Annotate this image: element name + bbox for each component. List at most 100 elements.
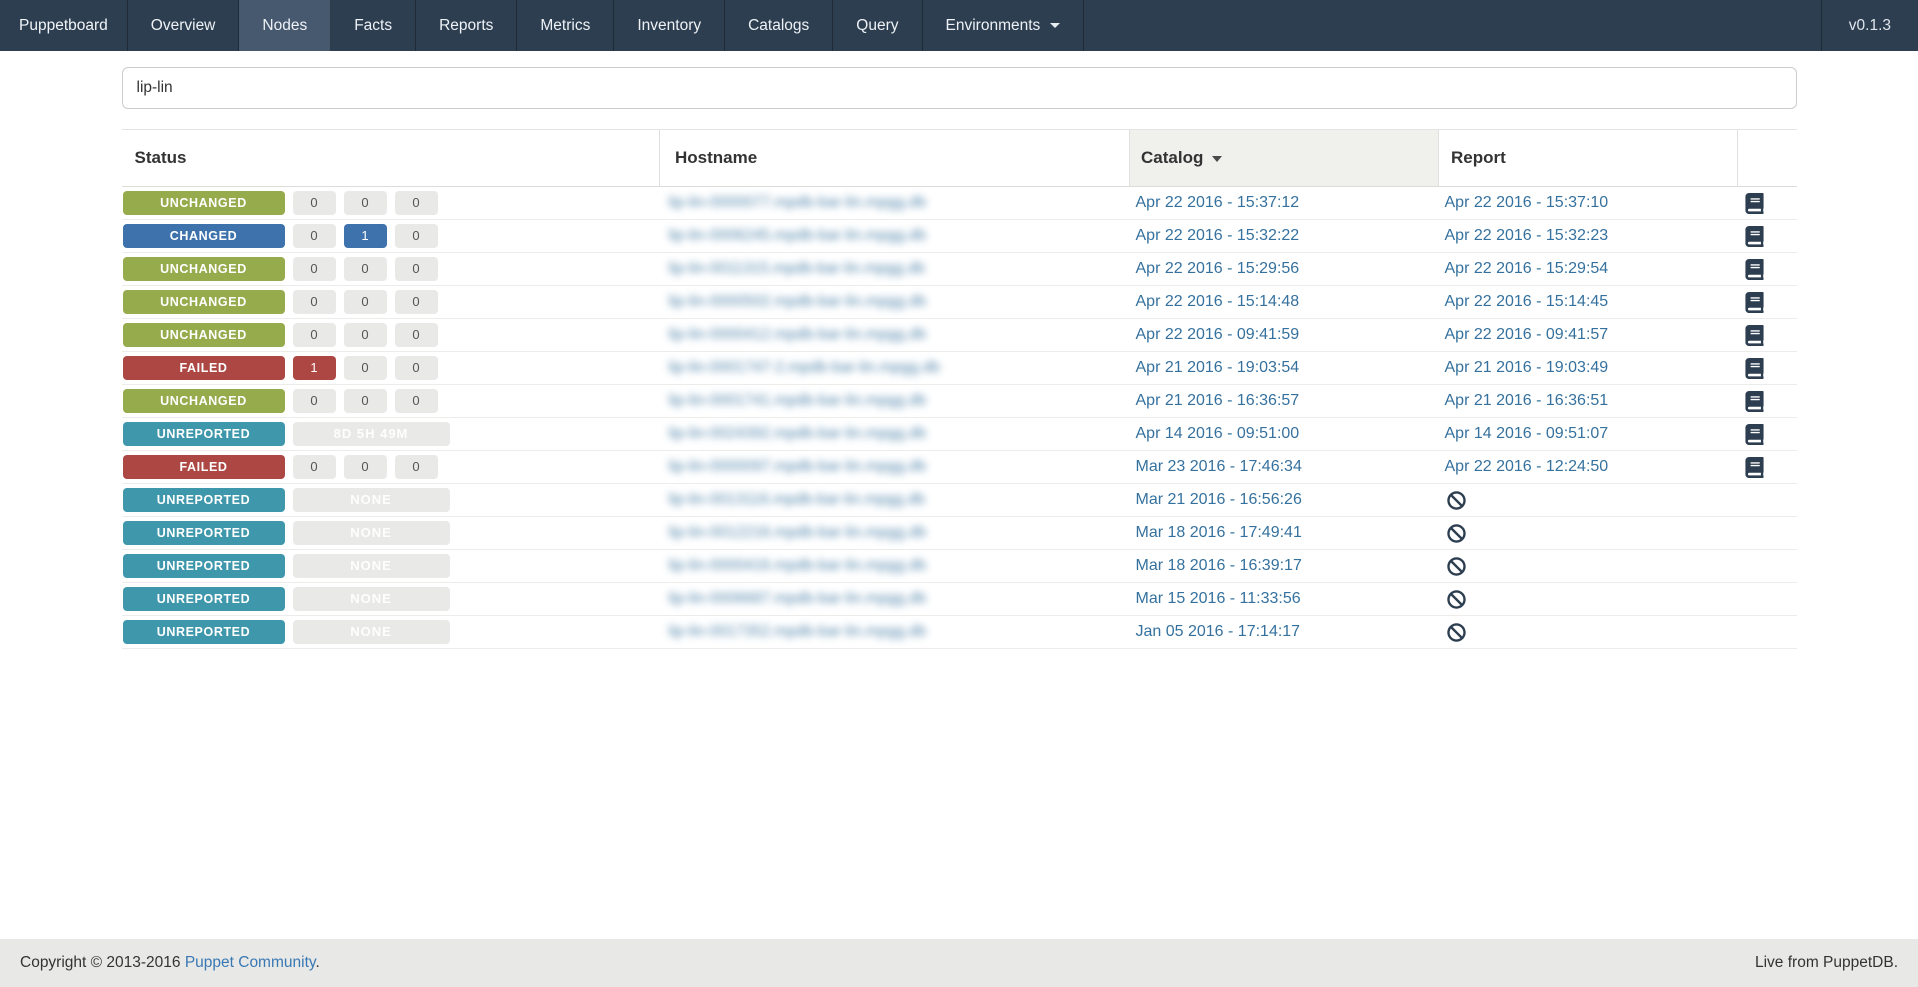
catalog-timestamp-link[interactable]: Apr 22 2016 - 15:37:12 (1136, 194, 1300, 211)
hostname-cell: lip-lin-0000077.mpdb-bar-lin.mpgg.db (659, 186, 1130, 220)
nav-item-query[interactable]: Query (833, 0, 923, 51)
column-header-hostname[interactable]: Hostname (659, 129, 1130, 187)
book-icon[interactable] (1745, 259, 1797, 280)
book-icon[interactable] (1745, 292, 1797, 313)
table-row: UNCHANGED 0 0 0 lip-lin-0000077.mpdb-bar-lin… (121, 186, 1797, 220)
nav-item-reports[interactable]: Reports (416, 0, 518, 51)
status-badge: UNCHANGED (122, 191, 285, 215)
nav-item-overview[interactable]: Overview (128, 0, 240, 51)
report-action-cell (1737, 450, 1797, 484)
hostname-link[interactable]: lip-lin-0001747-2.mpdb-bar-lin.mpgg.db (669, 359, 940, 376)
book-icon[interactable] (1745, 391, 1797, 412)
puppet-community-link[interactable]: Puppet Community (185, 954, 316, 971)
catalog-timestamp-link[interactable]: Apr 22 2016 - 15:14:48 (1136, 293, 1300, 310)
hostname-cell: lip-lin-0006687.mpdb-bar-lin.mpgg.db (659, 582, 1130, 616)
ban-icon (1445, 590, 1738, 609)
hostname-link[interactable]: lip-lin-0001741.mpdb-bar-lin.mpgg.db (669, 392, 927, 409)
hostname-link[interactable]: lip-lin-0013116.mpdb-bar-lin.mpgg.db (669, 491, 925, 508)
book-icon[interactable] (1745, 358, 1797, 379)
nav-item-label: Inventory (637, 17, 702, 34)
status-badge: UNREPORTED (122, 422, 285, 446)
catalog-timestamp-link[interactable]: Jan 05 2016 - 17:14:17 (1136, 623, 1301, 640)
status-badge: UNCHANGED (122, 290, 285, 314)
catalog-timestamp-link[interactable]: Apr 22 2016 - 15:32:22 (1136, 227, 1300, 244)
report-timestamp-link[interactable]: Apr 21 2016 - 19:03:49 (1445, 359, 1609, 376)
hostname-link[interactable]: lip-lin-0000502.mpdb-bar-lin.mpgg.db (669, 293, 927, 310)
count-box: 0 (394, 323, 438, 347)
catalog-cell: Mar 18 2016 - 17:49:41 (1129, 516, 1439, 550)
catalog-cell: Apr 14 2016 - 09:51:00 (1129, 417, 1439, 451)
hostname-link[interactable]: lip-lin-0000077.mpdb-bar-lin.mpgg.db (669, 194, 927, 211)
hostname-link[interactable]: lip-lin-0024392.mpdb-bar-lin.mpgg.db (669, 425, 927, 442)
hostname-cell: lip-lin-0001741.mpdb-bar-lin.mpgg.db (659, 384, 1130, 418)
hostname-link[interactable]: lip-lin-0011315.mpdb-bar-lin.mpgg.db (669, 260, 925, 277)
puppetboard-app: Puppetboard Overview Nodes Facts Reports Met… (0, 0, 1918, 987)
nav-item-inventory[interactable]: Inventory (614, 0, 726, 51)
column-header-report[interactable]: Report (1438, 129, 1738, 187)
report-timestamp-link[interactable]: Apr 22 2016 - 15:14:45 (1445, 293, 1609, 310)
report-cell (1438, 615, 1738, 649)
catalog-cell: Mar 15 2016 - 11:33:56 (1129, 582, 1439, 616)
hostname-link[interactable]: lip-lin-0000416.mpdb-bar-lin.mpgg.db (669, 557, 927, 574)
report-timestamp-link[interactable]: Apr 22 2016 - 15:32:23 (1445, 227, 1609, 244)
report-timestamp-link[interactable]: Apr 22 2016 - 15:29:54 (1445, 260, 1609, 277)
book-icon[interactable] (1745, 193, 1797, 214)
book-icon[interactable] (1745, 424, 1797, 445)
table-row: UNREPORTED NONE lip-lin-0013116.mpdb-bar-l… (121, 483, 1797, 517)
count-box: 0 (343, 191, 387, 215)
catalog-timestamp-link[interactable]: Apr 21 2016 - 19:03:54 (1136, 359, 1300, 376)
column-header-report-label: Report (1451, 148, 1506, 167)
nav-item-metrics[interactable]: Metrics (517, 0, 615, 51)
hostname-link[interactable]: lip-lin-0000412.mpdb-bar-lin.mpgg.db (669, 326, 927, 343)
hostname-link[interactable]: lip-lin-0000097.mpdb-bar-lin.mpgg.db (669, 458, 927, 475)
report-timestamp-link[interactable]: Apr 22 2016 - 15:37:10 (1445, 194, 1609, 211)
caret-down-icon (1050, 23, 1061, 28)
count-box: 0 (292, 191, 336, 215)
report-timestamp-link[interactable]: Apr 22 2016 - 09:41:57 (1445, 326, 1609, 343)
catalog-cell: Apr 22 2016 - 15:32:22 (1129, 219, 1439, 253)
status-cell: CHANGED 0 1 0 (121, 219, 660, 253)
nav-tabs: Overview Nodes Facts Reports Metrics Inventor… (128, 0, 1085, 51)
nav-item-environments[interactable]: Environments (923, 0, 1085, 51)
table-row: UNCHANGED 0 0 0 lip-lin-0001741.mpdb-bar-lin… (121, 384, 1797, 418)
hostname-cell: lip-lin-0024392.mpdb-bar-lin.mpgg.db (659, 417, 1130, 451)
report-timestamp-link[interactable]: Apr 22 2016 - 12:24:50 (1445, 458, 1609, 475)
hostname-cell: lip-lin-0013116.mpdb-bar-lin.mpgg.db (659, 483, 1130, 517)
hostname-link[interactable]: lip-lin-0017352.mpdb-bar-lin.mpgg.db (669, 623, 927, 640)
catalog-timestamp-link[interactable]: Mar 21 2016 - 16:56:26 (1136, 491, 1302, 508)
status-cell: UNREPORTED NONE (121, 615, 660, 649)
hostname-link[interactable]: lip-lin-0006687.mpdb-bar-lin.mpgg.db (669, 590, 927, 607)
column-header-status[interactable]: Status (121, 129, 660, 187)
status-cell: UNCHANGED 0 0 0 (121, 318, 660, 352)
nav-item-catalogs[interactable]: Catalogs (725, 0, 834, 51)
nav-item-nodes[interactable]: Nodes (239, 0, 332, 51)
report-cell: Apr 22 2016 - 15:29:54 (1438, 252, 1738, 286)
ban-icon (1445, 491, 1738, 510)
catalog-timestamp-link[interactable]: Apr 21 2016 - 16:36:57 (1136, 392, 1300, 409)
hostname-cell: lip-lin-0000502.mpdb-bar-lin.mpgg.db (659, 285, 1130, 319)
brand-link[interactable]: Puppetboard (0, 0, 128, 51)
catalog-timestamp-link[interactable]: Mar 18 2016 - 16:39:17 (1136, 557, 1302, 574)
catalog-timestamp-link[interactable]: Mar 23 2016 - 17:46:34 (1136, 458, 1302, 475)
book-icon[interactable] (1745, 325, 1797, 346)
nav-item-facts[interactable]: Facts (331, 0, 417, 51)
unreported-duration-box: 8D 5H 49M (292, 422, 450, 446)
status-cell: FAILED 1 0 0 (121, 351, 660, 385)
hostname-link[interactable]: lip-lin-0006245.mpdb-bar-lin.mpgg.db (669, 227, 927, 244)
node-search-input[interactable] (121, 67, 1797, 109)
column-header-catalog[interactable]: Catalog (1129, 129, 1439, 187)
catalog-timestamp-link[interactable]: Apr 22 2016 - 15:29:56 (1136, 260, 1300, 277)
catalog-timestamp-link[interactable]: Apr 14 2016 - 09:51:00 (1136, 425, 1300, 442)
report-timestamp-link[interactable]: Apr 14 2016 - 09:51:07 (1445, 425, 1609, 442)
count-box: 0 (292, 257, 336, 281)
hostname-link[interactable]: lip-lin-0012216.mpdb-bar-lin.mpgg.db (669, 524, 927, 541)
book-icon[interactable] (1745, 457, 1797, 478)
unreported-duration-box: NONE (292, 620, 450, 644)
report-timestamp-link[interactable]: Apr 21 2016 - 16:36:51 (1445, 392, 1609, 409)
catalog-timestamp-link[interactable]: Mar 15 2016 - 11:33:56 (1136, 590, 1301, 607)
table-row: FAILED 0 0 0 lip-lin-0000097.mpdb-bar-lin.mp… (121, 450, 1797, 484)
hostname-cell: lip-lin-0006245.mpdb-bar-lin.mpgg.db (659, 219, 1130, 253)
book-icon[interactable] (1745, 226, 1797, 247)
catalog-timestamp-link[interactable]: Apr 22 2016 - 09:41:59 (1136, 326, 1300, 343)
catalog-timestamp-link[interactable]: Mar 18 2016 - 17:49:41 (1136, 524, 1302, 541)
